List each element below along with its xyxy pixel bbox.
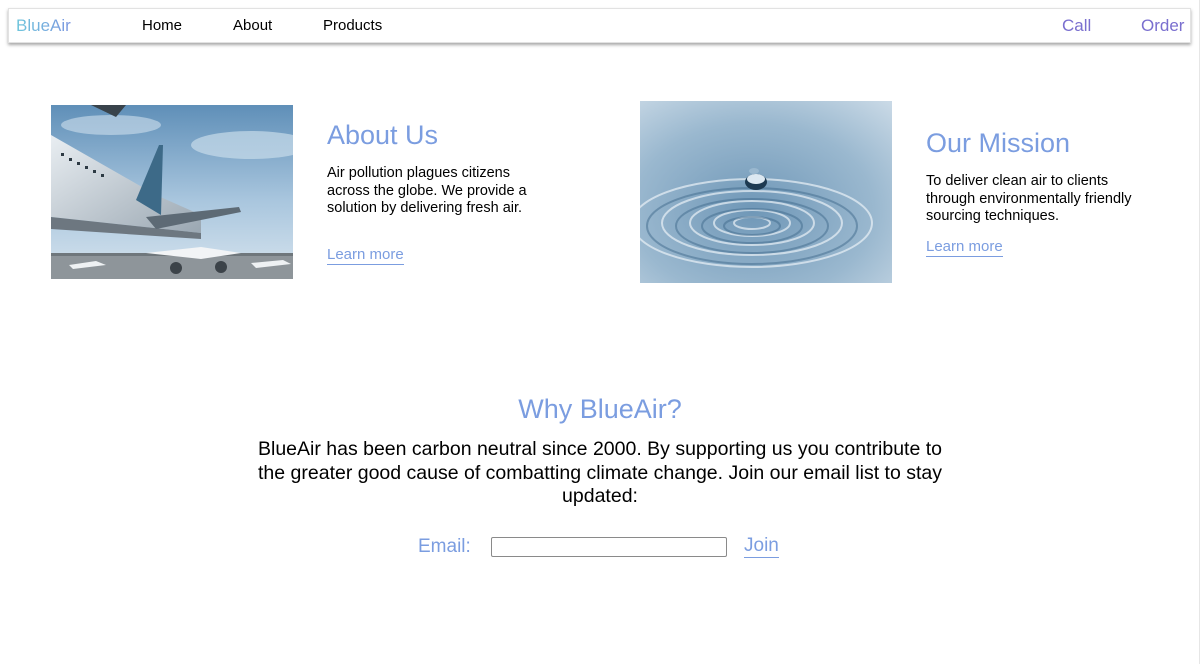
email-label: Email:	[418, 536, 471, 557]
nav-home-link[interactable]: Home	[142, 16, 182, 36]
mission-learn-more-link[interactable]: Learn more	[926, 238, 1003, 257]
join-button[interactable]: Join	[744, 535, 779, 558]
nav-order-link[interactable]: Order	[1141, 15, 1184, 37]
about-heading: About Us	[327, 120, 439, 150]
why-text: BlueAir has been carbon neutral since 20…	[257, 438, 942, 507]
brand-logo[interactable]: BlueAir	[16, 15, 71, 37]
mission-heading: Our Mission	[926, 128, 1071, 158]
about-learn-more-link[interactable]: Learn more	[327, 246, 404, 265]
why-heading: Why BlueAir?	[518, 394, 682, 424]
nav-about-link[interactable]: About	[233, 16, 272, 36]
water-drop-image	[640, 101, 892, 283]
airplane-image	[51, 105, 293, 279]
about-text: Air pollution plagues citizens across th…	[327, 165, 527, 216]
nav-products-link[interactable]: Products	[323, 16, 382, 36]
email-input[interactable]	[491, 537, 727, 557]
mission-text: To deliver clean air to clients through …	[926, 173, 1132, 224]
nav-call-link[interactable]: Call	[1062, 15, 1091, 37]
top-navbar: BlueAir Home About Products Call Order	[8, 8, 1191, 43]
